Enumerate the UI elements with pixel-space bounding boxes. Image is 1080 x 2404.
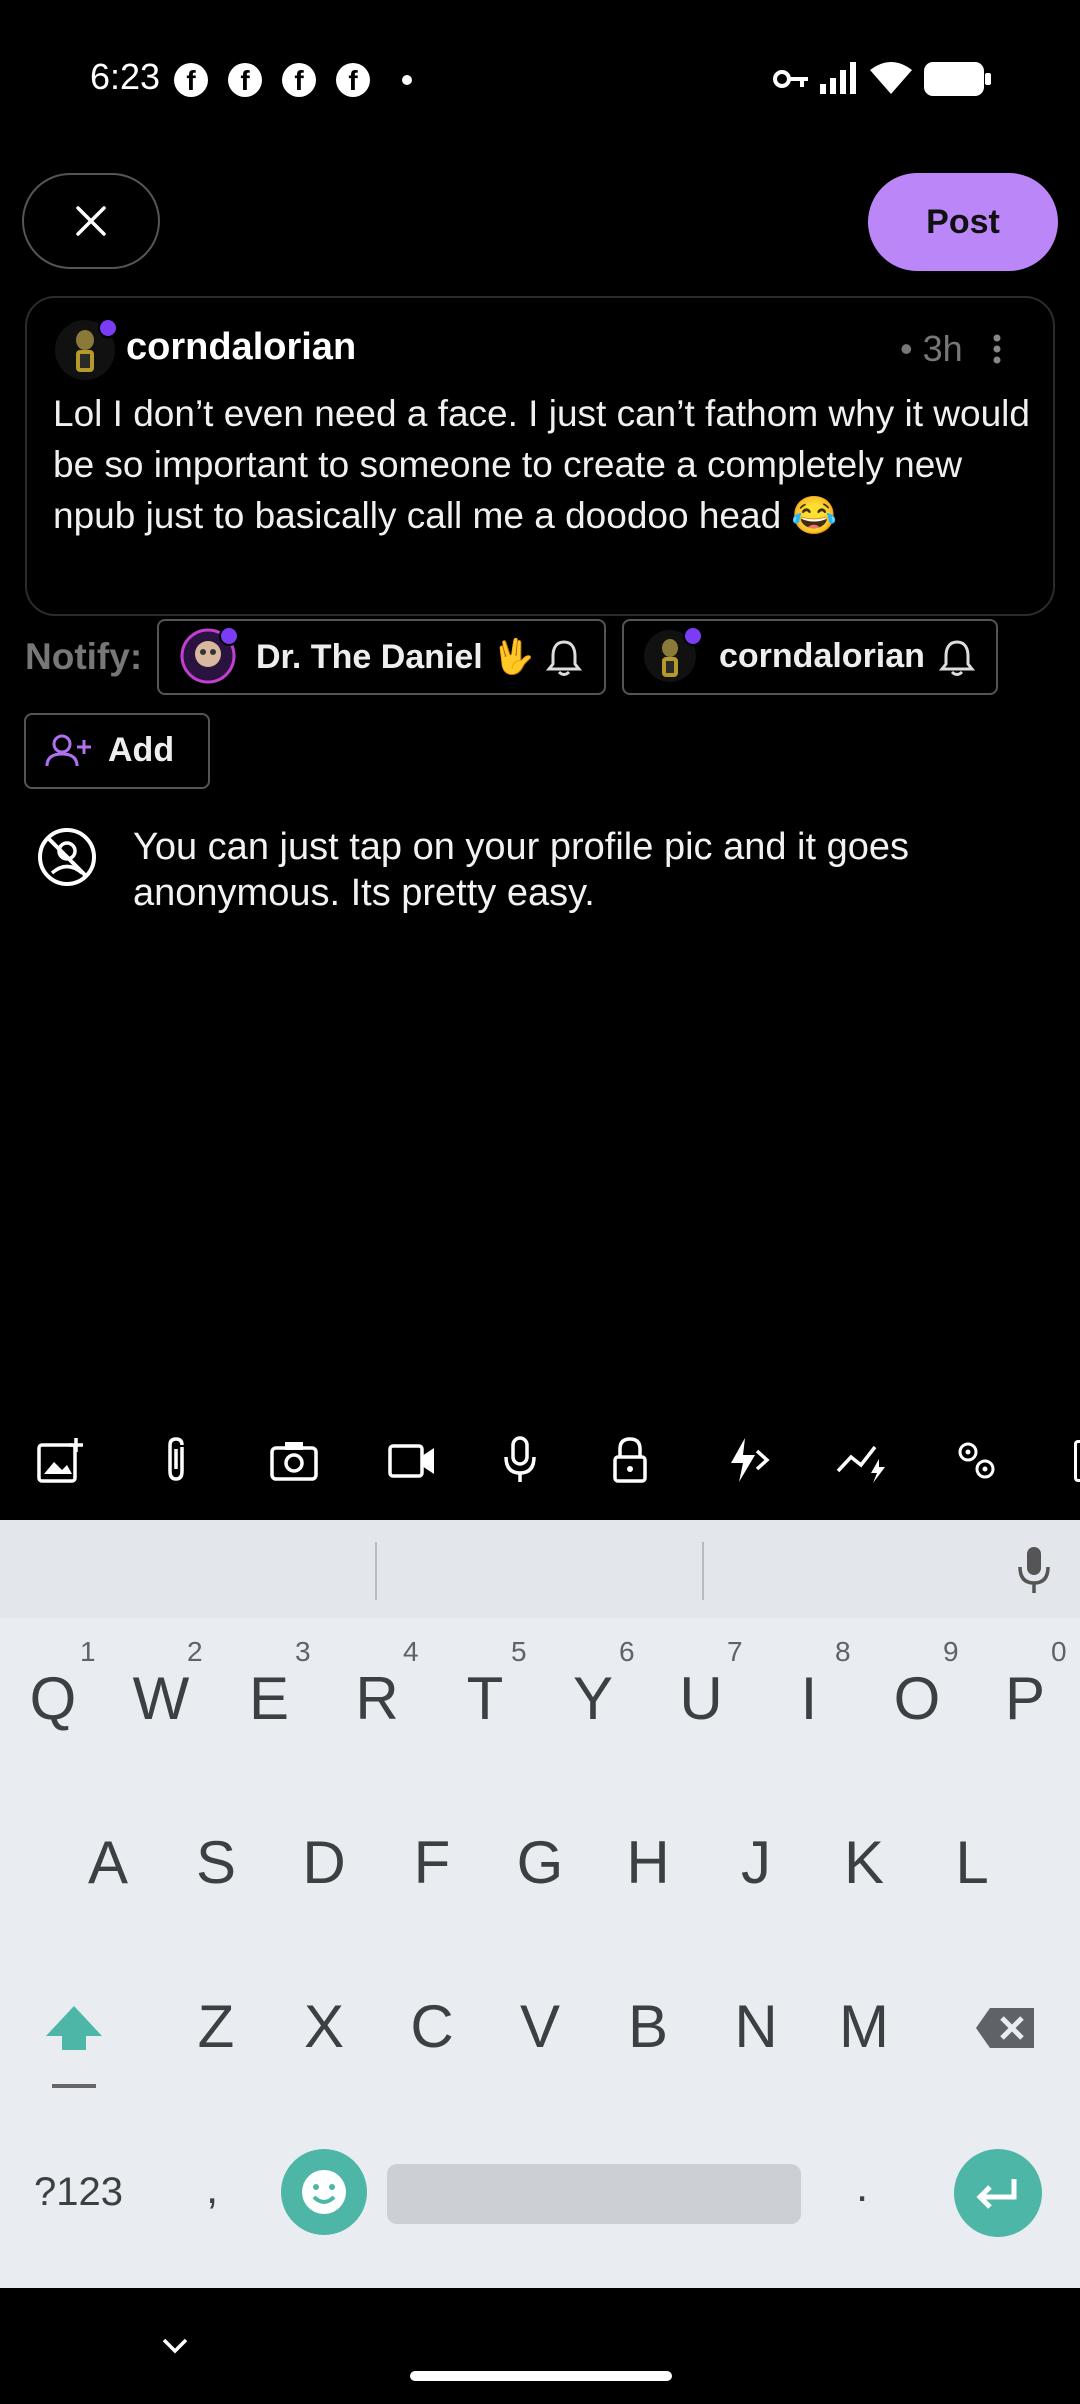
key-hint: 3	[295, 1636, 311, 1667]
close-icon	[76, 206, 106, 236]
key-l[interactable]: L	[922, 1828, 1022, 1897]
attachment-icon[interactable]	[148, 1432, 204, 1488]
key-i[interactable]: I	[759, 1664, 859, 1733]
backspace-icon[interactable]	[974, 2006, 1036, 2050]
more-notifications-dot	[402, 75, 412, 85]
status-time: 6:23	[90, 56, 161, 97]
key-w[interactable]: W	[111, 1664, 211, 1733]
verified-badge	[219, 626, 239, 646]
verified-badge	[683, 626, 703, 646]
key-hint: 1	[80, 1636, 96, 1667]
key-hint: 2	[187, 1636, 203, 1667]
key-y[interactable]: Y	[543, 1664, 643, 1733]
home-indicator[interactable]	[410, 2371, 672, 2381]
key-o[interactable]: O	[867, 1664, 967, 1733]
key-hint: 5	[511, 1636, 527, 1667]
key-x[interactable]: X	[274, 1992, 374, 2061]
emoji-key[interactable]	[281, 2149, 367, 2235]
key-s[interactable]: S	[166, 1828, 266, 1897]
facebook-icon: f	[228, 63, 262, 97]
voice-input-icon[interactable]	[1016, 1545, 1052, 1595]
key-h[interactable]: H	[598, 1828, 698, 1897]
key-p[interactable]: P	[975, 1664, 1075, 1733]
key-c[interactable]: C	[382, 1992, 482, 2061]
settings-icon[interactable]	[948, 1432, 1004, 1488]
add-user-icon	[45, 734, 91, 767]
battery-icon	[924, 62, 991, 96]
key-e[interactable]: E	[219, 1664, 319, 1733]
video-icon[interactable]	[384, 1432, 440, 1488]
key-hint: 8	[835, 1636, 851, 1667]
suggestion-bar	[0, 1520, 1080, 1618]
key-hint: 6	[619, 1636, 635, 1667]
reply-text-input[interactable]: You can just tap on your profile pic and…	[133, 824, 1033, 916]
emoji-icon	[302, 2170, 346, 2214]
key-f[interactable]: F	[382, 1828, 482, 1897]
enter-key[interactable]	[954, 2149, 1042, 2237]
bell-icon[interactable]	[938, 638, 976, 678]
shift-icon[interactable]	[42, 2000, 106, 2092]
notify-user-name: corndalorian	[719, 637, 925, 675]
bell-icon[interactable]	[545, 638, 583, 678]
key-hint: 4	[403, 1636, 419, 1667]
key-r[interactable]: R	[327, 1664, 427, 1733]
suggestion-divider	[375, 1542, 377, 1600]
key-u[interactable]: U	[651, 1664, 751, 1733]
note-text: Lol I don’t even need a face. I just can…	[53, 393, 1030, 536]
key-t[interactable]: T	[435, 1664, 535, 1733]
close-button[interactable]	[22, 173, 160, 269]
period-key[interactable]: .	[856, 2162, 868, 2212]
verified-badge	[98, 318, 118, 338]
key-z[interactable]: Z	[166, 1992, 266, 2061]
key-v[interactable]: V	[490, 1992, 590, 2061]
signal-icon	[820, 62, 856, 94]
key-n[interactable]: N	[706, 1992, 806, 2061]
key-j[interactable]: J	[706, 1828, 806, 1897]
post-button[interactable]: Post	[868, 173, 1058, 271]
add-image-icon[interactable]	[32, 1432, 88, 1488]
vpn-key-icon	[773, 70, 808, 88]
wifi-icon	[870, 62, 912, 94]
more-options-icon[interactable]	[992, 334, 1002, 364]
facebook-icon: f	[282, 63, 316, 97]
enter-icon	[976, 2179, 1017, 2209]
lock-icon[interactable]	[602, 1432, 658, 1488]
poll-icon[interactable]	[834, 1432, 890, 1488]
key-g[interactable]: G	[490, 1828, 590, 1897]
key-hint: 0	[1051, 1636, 1067, 1667]
key-b[interactable]: B	[598, 1992, 698, 2061]
key-hint: 7	[727, 1636, 743, 1667]
microphone-icon[interactable]	[492, 1432, 548, 1488]
note-time: • 3h	[900, 328, 963, 369]
key-q[interactable]: Q	[3, 1664, 103, 1733]
facebook-icon: f	[336, 63, 370, 97]
key-a[interactable]: A	[58, 1828, 158, 1897]
suggestion-divider	[702, 1542, 704, 1600]
zap-icon[interactable]	[720, 1432, 776, 1488]
key-m[interactable]: M	[814, 1992, 914, 2061]
facebook-icon: f	[174, 63, 208, 97]
more-tools-icon[interactable]	[1074, 1440, 1080, 1482]
add-label: Add	[108, 731, 175, 769]
key-d[interactable]: D	[274, 1828, 374, 1897]
notify-user-name: Dr. The Daniel 🖖	[256, 638, 535, 676]
space-bar[interactable]	[387, 2164, 801, 2224]
camera-icon[interactable]	[266, 1432, 322, 1488]
comma-key[interactable]: ,	[206, 2164, 218, 2214]
notify-label: Notify:	[25, 636, 143, 677]
note-author[interactable]: corndalorian	[126, 326, 356, 369]
key-k[interactable]: K	[814, 1828, 914, 1897]
symbols-key[interactable]: ?123	[34, 2170, 123, 2215]
hide-keyboard-icon[interactable]	[160, 2336, 190, 2356]
key-hint: 9	[943, 1636, 959, 1667]
anonymous-profile-icon[interactable]	[36, 826, 98, 888]
